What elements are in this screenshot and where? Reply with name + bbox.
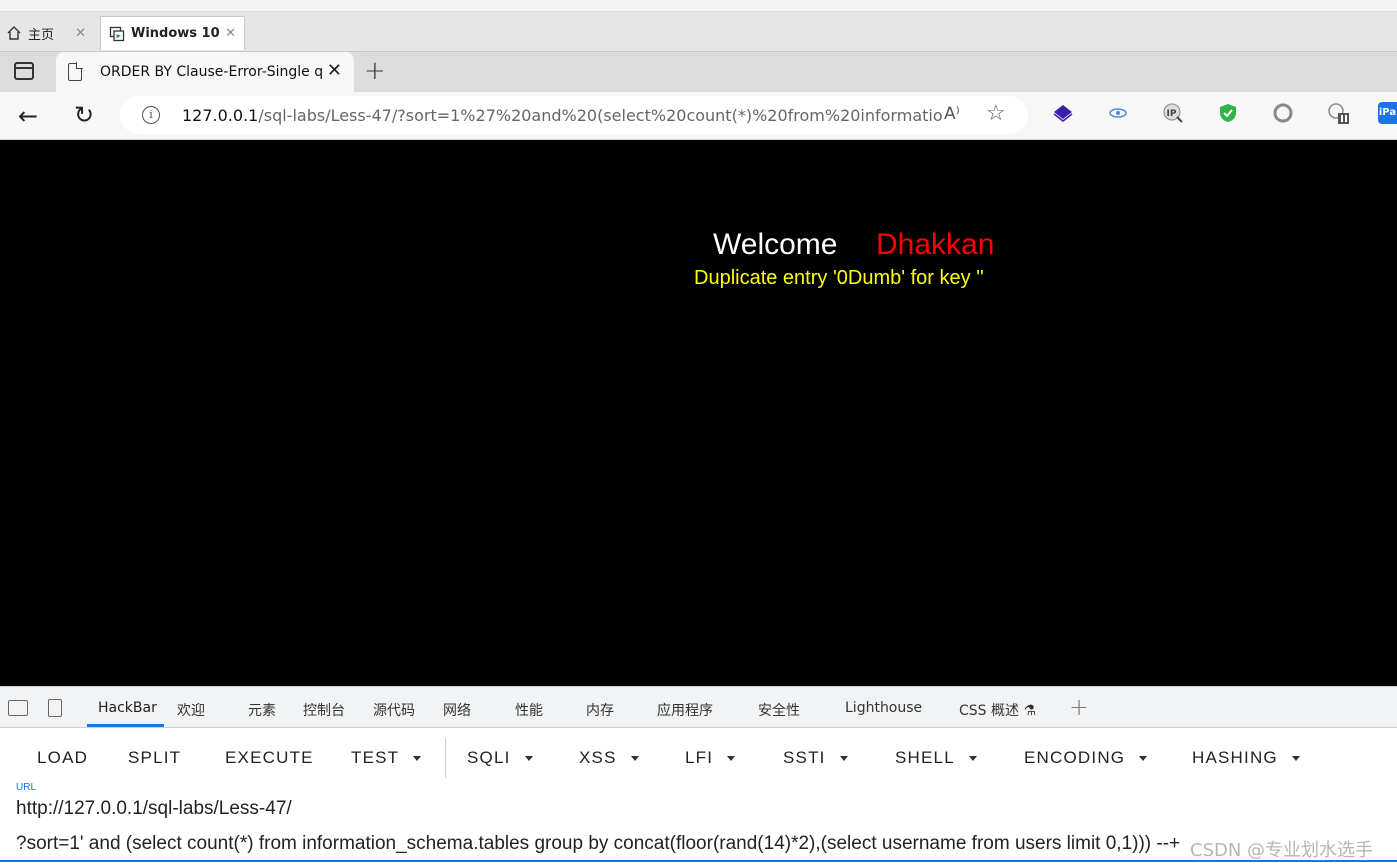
encoding-button-label: ENCODING [1024,748,1126,767]
navigation-bar: ← ↻ i 127.0.0.1/sql-labs/Less-47/?sort=1… [0,92,1397,140]
tab-css-overview[interactable]: CSS 概述 ⚗ [959,700,1036,720]
chevron-down-icon [630,756,639,762]
chevron-down-icon [413,756,422,762]
url-host: 127.0.0.1 [182,106,259,125]
inspect-element-icon[interactable] [8,700,28,716]
page-icon [68,62,83,81]
page-content: Welcome Dhakkan Duplicate entry '0Dumb' … [0,140,1397,686]
error-message: Duplicate entry '0Dumb' for key '' [694,267,984,289]
url-path: /sql-labs/Less-47/?sort=1%27%20and%20(se… [258,106,942,125]
extension-ip-icon[interactable]: IP [1162,102,1184,124]
test-button-label: TEST [351,748,400,767]
tab-sources[interactable]: 源代码 [373,700,415,720]
close-icon[interactable]: ✕ [225,26,236,41]
xss-button-label: XSS [579,748,617,767]
hackbar-url-field[interactable]: URL http://127.0.0.1/sql-labs/Less-47/ ?… [0,782,1397,868]
add-favorite-icon[interactable]: ☆ [986,101,1006,126]
extension-stack-icon[interactable] [1052,102,1074,124]
tab-css-overview-label: CSS 概述 [959,703,1019,719]
extension-circle-icon[interactable] [1272,102,1294,124]
browser-tab-strip: ORDER BY Clause-Error-Single quotes ✕ + [0,52,1397,92]
devtools-tab-bar: HackBar 欢迎 元素 控制台 源代码 网络 性能 内存 应用程序 安全性 … [0,686,1397,728]
chevron-down-icon [968,756,977,762]
execute-button[interactable]: EXECUTE [225,748,314,768]
close-icon[interactable]: ✕ [327,60,342,81]
url-field-label: URL [16,782,37,793]
url-field-line-2[interactable]: ?sort=1' and (select count(*) from infor… [16,833,1180,855]
lfi-button-label: LFI [685,748,714,767]
tab-welcome[interactable]: 欢迎 [177,700,205,720]
tab-memory[interactable]: 内存 [586,700,614,720]
new-tab-icon[interactable]: + [364,56,386,86]
vm-top-line [0,0,1397,12]
welcome-text: Welcome [713,228,838,261]
tab-lighthouse[interactable]: Lighthouse [845,700,922,716]
chevron-down-icon [727,756,736,762]
lfi-button[interactable]: LFI [685,748,736,768]
address-bar[interactable]: i 127.0.0.1/sql-labs/Less-47/?sort=1%27%… [120,96,1028,134]
welcome-name: Dhakkan [876,228,995,261]
hackbar-toolbar: LOAD SPLIT EXECUTE TEST SQLI XSS LFI SST… [0,728,1397,788]
info-icon[interactable]: i [142,106,160,124]
watermark: CSDN @专业划水选手 [1190,840,1374,861]
extension-pause-icon[interactable] [1327,102,1349,124]
sqli-button[interactable]: SQLI [467,748,533,768]
extension-shield-icon[interactable] [1217,102,1239,124]
extension-eye-icon[interactable] [1107,102,1129,124]
hashing-button-label: HASHING [1192,748,1278,767]
url-field-underline [0,860,1397,862]
tab-actions-icon[interactable] [14,62,34,80]
reload-icon[interactable]: ↻ [74,101,94,129]
test-button[interactable]: TEST [351,748,422,768]
chevron-down-icon [1291,756,1300,762]
ssti-button-label: SSTI [783,748,826,767]
shell-button[interactable]: SHELL [895,748,977,768]
vm-tab-label: 主页 [28,27,55,43]
extension-ipa-icon[interactable]: iPa [1378,102,1397,124]
flask-icon: ⚗ [1023,703,1037,719]
vm-tab-label: Windows 10 [131,26,220,41]
shell-button-label: SHELL [895,748,955,767]
tab-hackbar[interactable]: HackBar [98,700,157,716]
chevron-down-icon [524,756,533,762]
read-aloud-icon[interactable]: A⁾ [944,104,960,124]
url-field-line-1[interactable]: http://127.0.0.1/sql-labs/Less-47/ [16,798,292,820]
device-toolbar-icon[interactable] [48,699,62,717]
load-button[interactable]: LOAD [37,748,88,768]
encoding-button[interactable]: ENCODING [1024,748,1148,768]
close-icon[interactable]: ✕ [75,26,86,41]
hashing-button[interactable]: HASHING [1192,748,1300,768]
url-text[interactable]: 127.0.0.1/sql-labs/Less-47/?sort=1%27%20… [182,106,942,125]
tab-title: ORDER BY Clause-Error-Single quotes [100,64,322,80]
split-button[interactable]: SPLIT [128,748,181,768]
tab-network[interactable]: 网络 [443,700,471,720]
svg-text:IP: IP [1167,109,1177,119]
vm-tab-windows[interactable]: Windows 10 ✕ [100,16,245,50]
tab-elements[interactable]: 元素 [248,700,276,720]
chevron-down-icon [839,756,848,762]
back-arrow-icon[interactable]: ← [18,102,38,130]
vm-tab-strip: 主页 ✕ Windows 10 ✕ [0,0,1397,52]
tab-performance[interactable]: 性能 [515,700,543,720]
vm-tab-home[interactable]: 主页 ✕ [0,16,94,50]
more-tools-icon[interactable]: + [1069,693,1089,721]
tab-application[interactable]: 应用程序 [657,700,713,720]
home-icon [6,25,22,41]
active-tab-indicator [87,724,164,727]
vm-icon [109,26,125,42]
chevron-down-icon [1139,756,1148,762]
tab-security[interactable]: 安全性 [758,700,800,720]
sqli-button-label: SQLI [467,748,511,767]
tab-console[interactable]: 控制台 [303,700,345,720]
ssti-button[interactable]: SSTI [783,748,848,768]
toolbar-divider [445,738,446,778]
xss-button[interactable]: XSS [579,748,639,768]
browser-tab-active[interactable]: ORDER BY Clause-Error-Single quotes ✕ [56,52,354,92]
